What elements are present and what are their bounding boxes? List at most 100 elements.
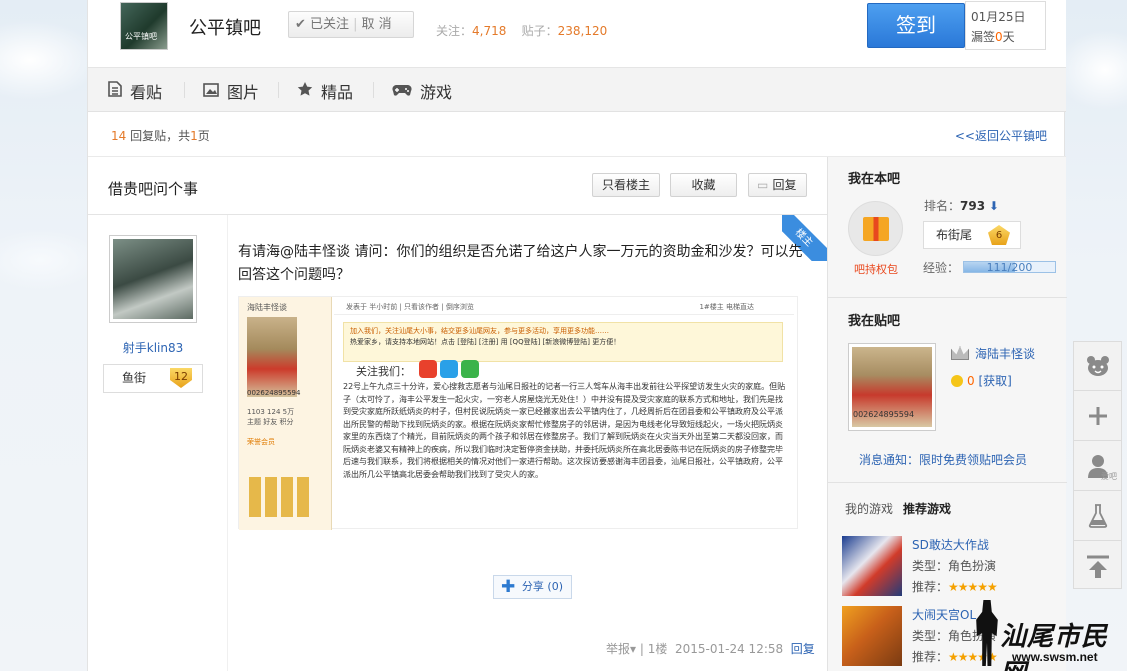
tab-featured[interactable]: 精品 [297, 80, 353, 102]
arrow-down-icon: ⬇ [988, 199, 999, 213]
member-title[interactable]: 布街尾 6 [923, 221, 1021, 249]
plus-icon[interactable] [1074, 392, 1121, 441]
image-stats-values: 1103 124 5万 [247, 408, 295, 416]
image-id: 002624895594 [247, 389, 301, 397]
forum-name[interactable]: 公平镇吧 [189, 14, 261, 40]
favorite-button[interactable]: 收藏 [670, 173, 737, 197]
image-forum-title: 海陆丰怪谈 [247, 303, 287, 312]
rank-value: 793 [960, 199, 986, 213]
share-button[interactable]: ✚ 分享 (0) [493, 575, 572, 599]
get-coin-link[interactable]: [获取] [978, 374, 1011, 388]
game-type-label: 类型： [912, 559, 949, 573]
tab-games[interactable]: 游戏 [392, 80, 452, 102]
game-rating: 推荐：★★★★★ [912, 578, 998, 595]
reply-count-text: 14 回复贴，共1页 [111, 127, 210, 144]
forum-header: 公平镇吧 公平镇吧 ✔ 已关注 | 取 消 关注：4,718 贴子：238,120 … [88, 0, 1066, 67]
game-rating-label: 推荐： [912, 580, 949, 594]
image-stats-labels: 主题 好友 积分 [247, 418, 294, 426]
image-vip: 荣誉会员 [247, 438, 275, 446]
user-tool-label: 爱吧 [1101, 472, 1117, 481]
coin-count: 0 [967, 374, 975, 388]
tab-featured-label: 精品 [321, 83, 354, 102]
game-type-value: 角色扮演 [948, 559, 997, 573]
gift-box-icon [863, 217, 889, 241]
medals-icon [249, 477, 309, 517]
bar-image[interactable]: 002624895594 [848, 343, 936, 431]
divider: | [353, 17, 358, 32]
author-name[interactable]: 射手klin83 [88, 339, 218, 356]
back-to-forum-link[interactable]: <<返回公平镇吧 [955, 127, 1047, 144]
avatar[interactable] [109, 235, 197, 323]
game-thumbnail[interactable] [842, 606, 902, 666]
gift-label[interactable]: 吧持权包 [854, 261, 898, 277]
signin-info: 01月25日 漏签0天 [965, 1, 1046, 50]
gift-icon[interactable] [848, 201, 903, 256]
game-type: 类型：角色扮演 [912, 557, 996, 574]
crown-icon [951, 346, 969, 360]
tab-images[interactable]: 图片 [203, 80, 259, 102]
unfollow-button[interactable]: 取 消 [361, 17, 391, 32]
thread-pager: 14 回复贴，共1页 <<返回公平镇吧 [88, 112, 1066, 157]
post-text: 有请海@陆丰怪谈 请问：你们的组织是否允诺了给这户人家一万元的资助金和沙发？可以… [238, 244, 803, 283]
wechat-icon [461, 360, 479, 378]
tab-posts[interactable]: 看贴 [108, 80, 162, 102]
avatar-image [113, 239, 193, 319]
tab-posts-label: 看贴 [130, 83, 163, 102]
member-title-level: 6 [988, 225, 1010, 245]
bear-face-icon[interactable] [1074, 342, 1121, 391]
floor-number: 1楼 [647, 642, 668, 656]
game-thumbnail[interactable] [842, 536, 902, 596]
page-container: 公平镇吧 公平镇吧 ✔ 已关注 | 取 消 关注：4,718 贴子：238,120 … [87, 0, 1067, 671]
reply-button-label: 回复 [772, 178, 797, 192]
image-follow-label: 关注我们： [356, 365, 411, 378]
image-notice: 加入我们，关注汕尾大小事，结交更多汕尾网友，参与更多活动，享用更多功能…… 热爱家… [343, 322, 783, 362]
bar-name-link[interactable]: 海陆丰怪谈 [975, 345, 1035, 362]
level-number: 12 [170, 368, 192, 388]
vip-notice-link[interactable]: 消息通知：限时免费领贴吧会员 [859, 451, 1027, 468]
reply-button[interactable]: ▭ 回复 [748, 173, 807, 197]
nav-divider [278, 82, 279, 98]
bar-image-id: 002624895594 [853, 410, 915, 419]
tab-recommended-games[interactable]: 推荐游戏 [903, 502, 951, 516]
image-top-bar-text: 发表于 半小时前 | 只看该作者 | 倒序浏览 [346, 303, 474, 311]
member-title-label: 布街尾 [936, 228, 973, 242]
report-link[interactable]: 举报 [606, 642, 630, 656]
rank-label: 排名： [924, 199, 961, 213]
flask-icon[interactable] [1074, 492, 1121, 541]
game-tabs: 我的游戏 推荐游戏 [845, 500, 951, 517]
forum-stats: 关注：4,718 贴子：238,120 [436, 22, 607, 39]
follow-count: 4,718 [472, 24, 507, 38]
follow-count-label: 关注： [436, 24, 473, 38]
signin-button[interactable]: 签到 [867, 3, 965, 48]
divider [828, 482, 1067, 483]
missed-days: 0 [995, 30, 1003, 44]
post-count: 238,120 [557, 24, 608, 38]
thread-title: 借贵吧问个事 [108, 180, 199, 198]
post-reply-link[interactable]: 回复 [791, 642, 815, 656]
post-image[interactable]: 海陆丰怪谈 002624895594 1103 124 5万 主题 好友 积分 荣… [238, 296, 798, 530]
post-footer: 举报▾ | 1楼 2015-01-24 12:58 回复 [606, 642, 815, 656]
person-silhouette-icon [976, 600, 998, 666]
image-left-panel: 海陆丰怪谈 002624895594 1103 124 5万 主题 好友 积分 荣… [239, 297, 332, 530]
exp-text: 111/200 [986, 261, 1033, 274]
user-icon[interactable]: 爱吧 [1074, 442, 1121, 491]
game-item[interactable]: SD敢达大作战 类型：角色扮演 推荐：★★★★★ [842, 536, 1062, 598]
page-count: 1 [190, 129, 198, 143]
followed-label: 已关注 [310, 17, 350, 32]
signin-missed: 漏签0天 [971, 27, 1045, 47]
divider [828, 297, 1067, 298]
tab-games-label: 游戏 [420, 83, 453, 102]
image-icon [203, 82, 219, 101]
background-cloud-left [0, 0, 87, 671]
coin-icon [951, 375, 963, 387]
only-op-button[interactable]: 只看楼主 [592, 173, 660, 197]
nav-divider [373, 82, 374, 98]
game-name[interactable]: SD敢达大作战 [912, 536, 989, 553]
forum-logo[interactable]: 公平镇吧 [120, 2, 168, 50]
level-badge[interactable]: 鱼街 12 [103, 364, 203, 393]
tab-my-games[interactable]: 我的游戏 [845, 502, 893, 516]
my-bars-title: 我在贴吧 [848, 314, 901, 329]
follow-toggle[interactable]: ✔ 已关注 | 取 消 [288, 11, 414, 38]
plus-icon: ✚ [501, 577, 516, 597]
back-to-top-icon[interactable] [1074, 542, 1121, 591]
